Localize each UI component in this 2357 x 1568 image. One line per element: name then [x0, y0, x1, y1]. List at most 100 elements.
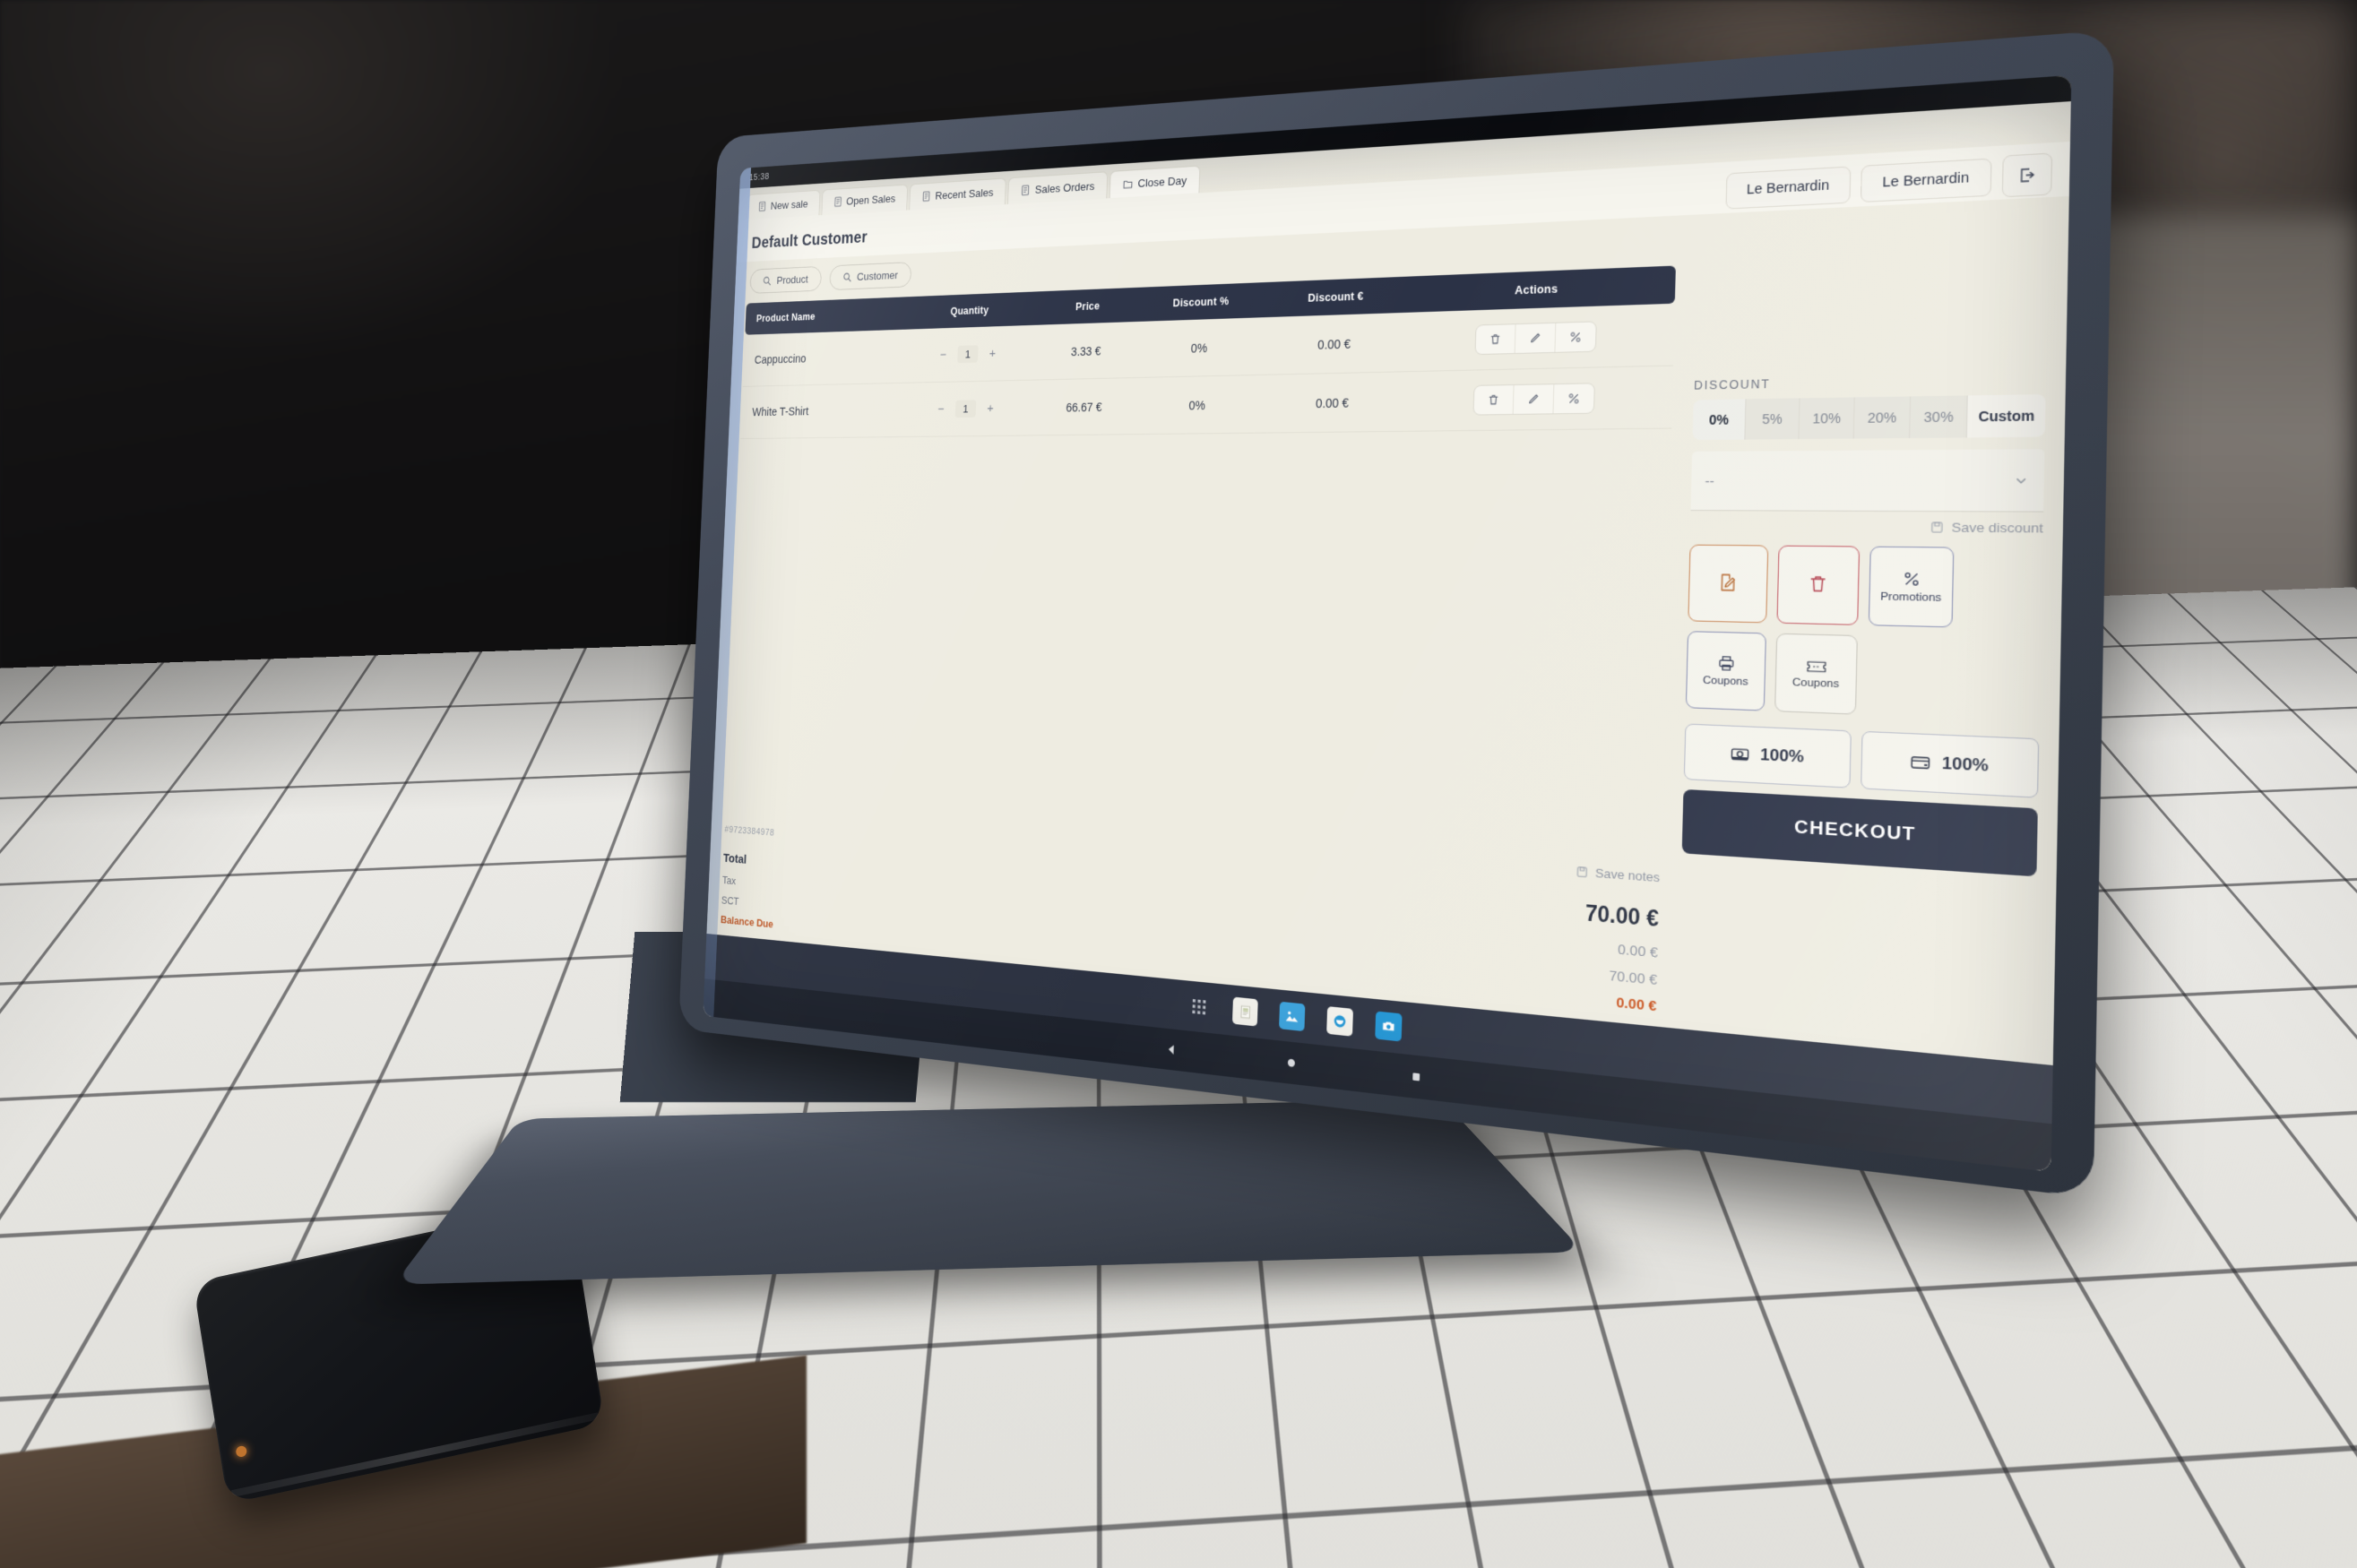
save-discount-button[interactable]: Save discount [1690, 519, 2043, 536]
qty-increment-button[interactable]: + [987, 346, 999, 361]
delete-icon[interactable] [1475, 324, 1515, 354]
save-icon [1930, 521, 1945, 534]
cart-empty-space [724, 429, 1671, 871]
discount-select[interactable]: -- [1690, 449, 2045, 513]
camera-icon[interactable] [1375, 1011, 1403, 1042]
store-selector-button[interactable]: Le Bernardin [1725, 166, 1852, 210]
discount-section-label: DISCOUNT [1693, 377, 1771, 392]
cell-product-name: Cappuccino [742, 329, 899, 387]
main-split: Product Name Quantity Price Discount % D… [706, 250, 2068, 1065]
tab-label: Sales Orders [1034, 179, 1095, 196]
receipt-icon [921, 191, 931, 202]
logout-icon [2017, 166, 2037, 185]
quantity-stepper[interactable]: − 1 + [935, 400, 997, 418]
cell-actions [1401, 303, 1675, 372]
cell-actions [1399, 366, 1674, 432]
cell-price: 3.33 € [1039, 322, 1134, 380]
printer-icon [1716, 654, 1735, 673]
qty-increment-button[interactable]: + [984, 401, 997, 416]
user-button[interactable]: Le Bernardin [1860, 158, 1992, 203]
cell-product-name: White T-Shirt [740, 383, 897, 439]
qty-decrement-button[interactable]: − [935, 402, 947, 417]
totals-labels: #9723384978 Total Tax SCT Balance Due [721, 821, 778, 935]
receipt-icon [757, 201, 766, 211]
discount-option-30[interactable]: 30% [1910, 395, 1969, 438]
save-icon [1576, 866, 1589, 879]
chat-icon[interactable] [1326, 1006, 1353, 1037]
value-total: 70.00 € [1584, 900, 1660, 932]
delete-sale-button[interactable] [1776, 545, 1861, 625]
phone-indicator-light [235, 1444, 248, 1459]
coupons-button[interactable]: Coupons [1774, 633, 1858, 715]
card-payment-button[interactable]: 100% [1861, 730, 2040, 798]
qty-decrement-button[interactable]: − [937, 348, 950, 362]
totals-values: Save notes 70.00 € 0.00 € 70.00 € 0.00 € [1573, 865, 1660, 1021]
edit-icon[interactable] [1512, 384, 1554, 414]
search-customer-label: Customer [856, 269, 899, 283]
search-icon [842, 271, 852, 282]
discount-payment-column: DISCOUNT 0% 5% 10% 20% 30% Custom -- Sav… [1670, 250, 2068, 1065]
row-action-group [1474, 321, 1597, 356]
home-circle-icon[interactable] [1285, 1055, 1298, 1070]
app-grid-icon[interactable] [1187, 992, 1212, 1021]
qty-value: 1 [954, 400, 977, 418]
tab-label: Open Sales [846, 192, 896, 208]
tab-label: Close Day [1137, 174, 1187, 190]
coupons-label: Coupons [1791, 676, 1840, 690]
percent-icon[interactable] [1552, 383, 1594, 414]
cell-discount-pct: 0% [1131, 317, 1269, 378]
logout-button[interactable] [2001, 152, 2053, 198]
customer-title: Default Customer [751, 228, 868, 252]
note-edit-icon [1717, 572, 1740, 593]
documents-icon[interactable] [1231, 996, 1258, 1027]
search-product-button[interactable]: Product [749, 265, 822, 294]
cell-discount-eur: 0.00 € [1264, 371, 1402, 434]
folder-icon [1123, 178, 1134, 190]
search-customer-button[interactable]: Customer [828, 262, 912, 291]
discount-option-5[interactable]: 5% [1745, 398, 1800, 440]
edit-note-button[interactable] [1688, 544, 1769, 624]
discount-option-20[interactable]: 20% [1854, 396, 1912, 439]
print-coupons-label: Coupons [1702, 675, 1748, 688]
checkout-button[interactable]: CHECKOUT [1681, 788, 2038, 877]
app-content: New sale Open Sales Recent Sales Sales O… [703, 101, 2071, 1173]
discount-option-group: 0% 5% 10% 20% 30% Custom [1692, 393, 2046, 441]
chevron-down-icon [2014, 473, 2029, 487]
order-id: #9723384978 [724, 824, 775, 838]
cash-payment-label: 100% [1759, 745, 1805, 766]
pos-application: 15:38 New sale Open Sales Recent Sales S… [703, 74, 2072, 1173]
discount-option-10[interactable]: 10% [1799, 397, 1856, 440]
recents-square-icon[interactable] [1410, 1070, 1422, 1084]
cash-payment-button[interactable]: 100% [1683, 723, 1852, 788]
qty-value: 1 [957, 345, 979, 364]
quantity-stepper[interactable]: − 1 + [937, 345, 999, 364]
col-price: Price [1040, 287, 1135, 325]
col-product-name: Product Name [745, 297, 900, 335]
delete-icon[interactable] [1473, 385, 1513, 415]
percent-icon [1901, 570, 1921, 590]
cell-discount-eur: 0.00 € [1266, 312, 1404, 375]
card-icon [1909, 754, 1931, 772]
status-bar-clock: 15:38 [748, 171, 770, 183]
row-action-group [1472, 383, 1595, 416]
receipt-icon [1021, 185, 1031, 196]
discount-option-0[interactable]: 0% [1692, 399, 1747, 441]
promotions-button[interactable]: Promotions [1868, 546, 1955, 628]
print-coupons-button[interactable]: Coupons [1685, 631, 1766, 711]
action-button-grid: Promotions Coupons Coupons [1685, 544, 2043, 722]
percent-icon[interactable] [1554, 322, 1596, 352]
ticket-icon [1805, 658, 1826, 674]
monitor-screen: 15:38 New sale Open Sales Recent Sales S… [703, 74, 2072, 1173]
cash-icon [1729, 745, 1750, 763]
cell-discount-pct: 0% [1129, 375, 1267, 435]
gallery-icon[interactable] [1279, 1001, 1306, 1032]
trash-icon [1807, 573, 1830, 595]
totals-value-list: 70.00 € 0.00 € 70.00 € 0.00 € [1573, 892, 1660, 1021]
col-discount-eur: Discount € [1268, 276, 1405, 318]
edit-icon[interactable] [1514, 323, 1556, 354]
search-icon [763, 276, 772, 287]
back-triangle-icon[interactable] [1165, 1042, 1178, 1057]
photo-scene: 15:38 New sale Open Sales Recent Sales S… [0, 0, 2357, 1568]
discount-select-value: -- [1705, 472, 1714, 489]
discount-option-custom[interactable]: Custom [1967, 393, 2046, 438]
